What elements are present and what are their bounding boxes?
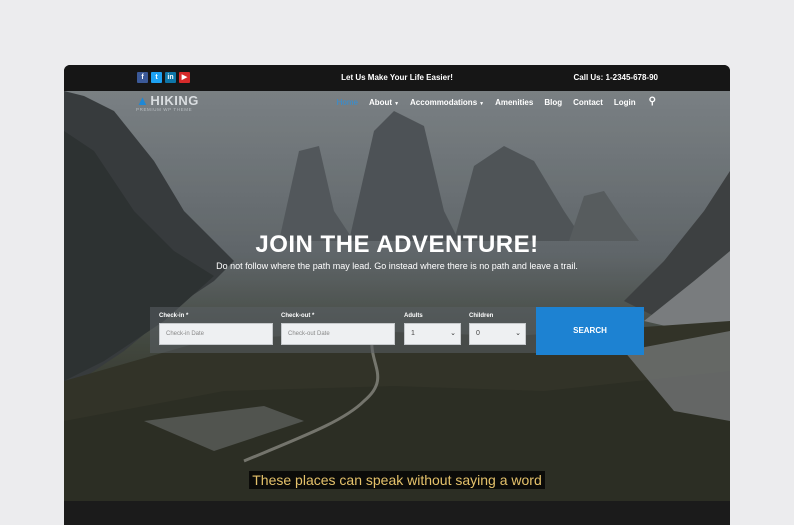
nav-blog[interactable]: Blog [544, 98, 562, 107]
main-nav: Home About ▼ Accommodations ▼ Amenities Bl… [337, 97, 656, 108]
hero-overlay [64, 91, 730, 501]
nav-login[interactable]: Login [614, 98, 636, 107]
hero-section: ▲HIKING PREMIUM WP THEME Home About ▼ Acc… [64, 91, 730, 501]
hero-headline: JOIN THE ADVENTURE! [255, 231, 539, 258]
nav-about-label: About [368, 98, 393, 107]
adults-select[interactable]: 1 ⌄ [404, 323, 461, 345]
nav-amenities[interactable]: Amenities [495, 98, 533, 107]
site-logo[interactable]: ▲HIKING PREMIUM WP THEME [136, 93, 199, 112]
phone-number: Call Us: 1-2345-678-90 [573, 73, 659, 82]
nav-accommodations-label: Accommodations [410, 98, 478, 107]
booking-form: Check-in * Check-in Date Check-out * Che… [150, 307, 536, 353]
children-select[interactable]: 0 ⌄ [469, 323, 526, 345]
logo-word: HIKING [150, 93, 199, 108]
chevron-down-icon: ▼ [479, 101, 485, 107]
nav-about[interactable]: About ▼ [369, 98, 399, 107]
logo-mark-icon: ▲ [136, 93, 150, 108]
chevron-down-icon: ▼ [394, 101, 400, 107]
chevron-down-icon: ⌄ [450, 330, 456, 337]
nav-home[interactable]: Home [337, 98, 358, 107]
checkin-date-input[interactable]: Check-in Date [159, 323, 273, 345]
search-icon[interactable]: ⚲ [649, 97, 656, 107]
nav-contact[interactable]: Contact [573, 98, 603, 107]
hero-subline: Do not follow where the path may lead. G… [216, 261, 578, 271]
checkout-date-input[interactable]: Check-out Date [281, 323, 395, 345]
browser-frame: f t in ▶ Let Us Make Your Life Easier! C… [64, 65, 730, 525]
bottom-bar [64, 501, 730, 525]
chevron-down-icon: ⌄ [515, 330, 521, 337]
adults-value: 1 [411, 330, 415, 337]
caption-text: These places can speak without saying a … [249, 471, 545, 489]
adults-label: Adults [404, 313, 423, 319]
checkin-label: Check-in * [159, 313, 189, 319]
nav-accommodations[interactable]: Accommodations ▼ [410, 98, 484, 107]
children-value: 0 [476, 330, 480, 337]
checkout-label: Check-out * [281, 313, 315, 319]
search-button[interactable]: SEARCH [536, 307, 644, 355]
top-bar: f t in ▶ Let Us Make Your Life Easier! C… [64, 65, 730, 91]
children-label: Children [469, 313, 494, 319]
logo-subtitle: PREMIUM WP THEME [136, 107, 193, 112]
video-caption: These places can speak without saying a … [64, 471, 730, 490]
